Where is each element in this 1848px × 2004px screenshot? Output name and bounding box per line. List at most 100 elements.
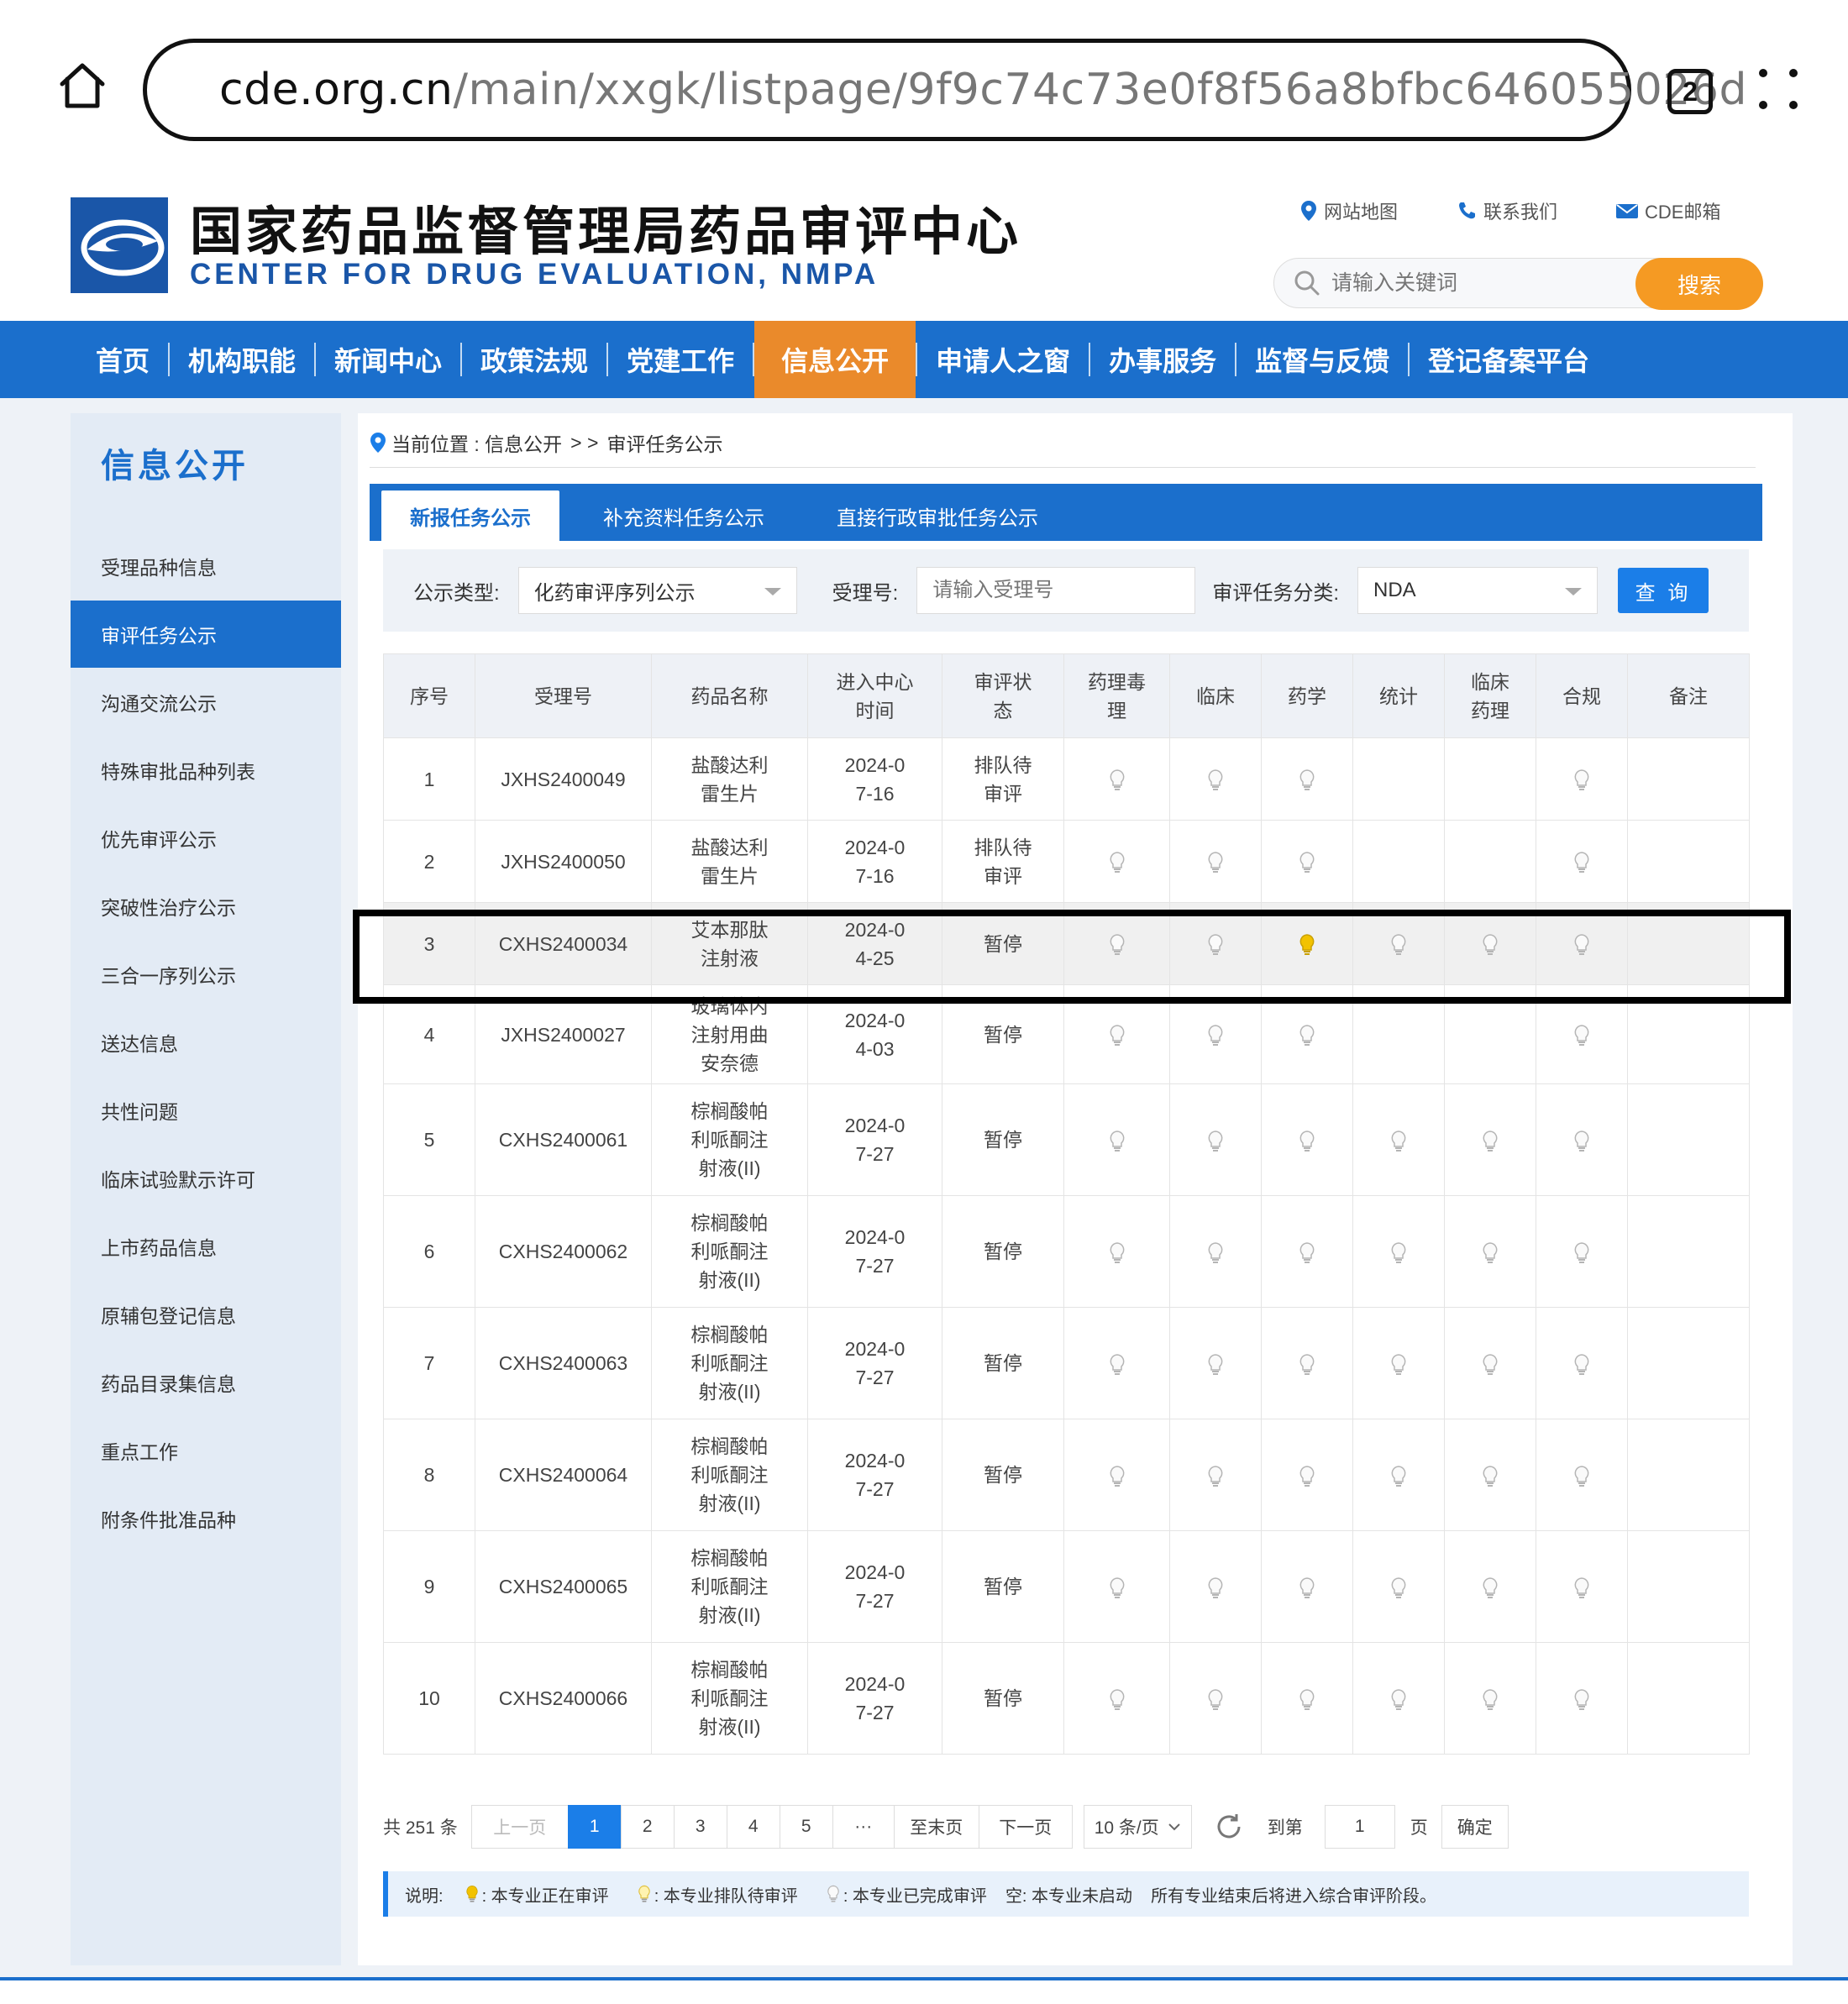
cell-discipline: [1352, 1419, 1445, 1531]
status-text: 暂停: [984, 1129, 1022, 1151]
table-row[interactable]: 9 CXHS2400065 棕榈酸帕利哌酮注射液(II) 2024-07-27 暂停: [383, 1530, 1750, 1643]
address-bar[interactable]: cde.org.cn/main/xxgk/listpage/9f9c74c73e…: [143, 39, 1746, 141]
legend-queued-text: : 本专业排队待审评: [654, 1886, 798, 1906]
table-row[interactable]: 1 JXHS2400049 盐酸达利雷生片 2024-07-16 排队待审评: [383, 737, 1750, 821]
page-button-4[interactable]: 4: [726, 1805, 780, 1849]
category-select-value: NDA: [1373, 579, 1416, 601]
bulb-queued-icon: [638, 1885, 650, 1902]
more-menu-icon[interactable]: [1759, 69, 1799, 113]
bulb-done-icon: [1391, 1354, 1406, 1375]
bulb-done-icon: [1574, 1354, 1589, 1375]
bulb-done-icon: [1110, 1242, 1124, 1263]
nav-item-2[interactable]: 机构职能: [170, 321, 314, 398]
next-page-button[interactable]: 下一页: [978, 1805, 1073, 1849]
tab-new-tasks[interactable]: 新报任务公示: [381, 491, 559, 541]
cell-accept-no[interactable]: CXHS2400063: [475, 1307, 652, 1419]
nav-item-5[interactable]: 党建工作: [608, 321, 753, 398]
query-button[interactable]: 查 询: [1618, 568, 1709, 613]
nav-item-4[interactable]: 政策法规: [462, 321, 606, 398]
cell-accept-no[interactable]: CXHS2400061: [475, 1083, 652, 1196]
sidebar-item-4[interactable]: 特殊审批品种列表: [71, 737, 341, 804]
sidebar-item-8[interactable]: 送达信息: [71, 1009, 341, 1076]
sidebar-item-11[interactable]: 上市药品信息: [71, 1213, 341, 1280]
page-button-1[interactable]: 1: [567, 1805, 622, 1849]
cell-remarks: [1627, 737, 1750, 821]
table-row[interactable]: 6 CXHS2400062 棕榈酸帕利哌酮注射液(II) 2024-07-27 暂停: [383, 1195, 1750, 1308]
contact-link[interactable]: 联系我们: [1457, 197, 1557, 224]
goto-page-input[interactable]: [1324, 1805, 1395, 1849]
breadcrumb-prefix[interactable]: 当前位置 : 信息公开: [391, 428, 562, 457]
cell-status: 排队待审评: [942, 820, 1064, 903]
nav-item-8[interactable]: 办事服务: [1090, 321, 1235, 398]
cell-drug-name: 棕榈酸帕利哌酮注射液(II): [651, 1083, 808, 1196]
tab-supplementary-tasks[interactable]: 补充资料任务公示: [575, 491, 793, 541]
url-text: cde.org.cn/main/xxgk/listpage/9f9c74c73e…: [219, 65, 1747, 115]
table-row[interactable]: 8 CXHS2400064 棕榈酸帕利哌酮注射液(II) 2024-07-27 暂停: [383, 1419, 1750, 1531]
cell-accept-no[interactable]: CXHS2400064: [475, 1419, 652, 1531]
cell-accept-no[interactable]: CXHS2400062: [475, 1195, 652, 1308]
bulb-done-icon: [1574, 1025, 1589, 1047]
page-size-value: 10 条/页: [1094, 1818, 1159, 1838]
cell-status: 暂停: [942, 1642, 1064, 1755]
search-button[interactable]: 搜索: [1635, 258, 1763, 310]
nav-item-6[interactable]: 信息公开: [754, 321, 916, 398]
table-row[interactable]: 5 CXHS2400061 棕榈酸帕利哌酮注射液(II) 2024-07-27 暂停: [383, 1083, 1750, 1196]
sidebar-item-2[interactable]: 审评任务公示: [71, 601, 341, 668]
nav-item-10[interactable]: 登记备案平台: [1410, 321, 1608, 398]
page-button-2[interactable]: 2: [620, 1805, 675, 1849]
sidebar-item-3[interactable]: 沟通交流公示: [71, 669, 341, 736]
page-button-5[interactable]: 5: [779, 1805, 833, 1849]
bulb-done-icon: [1208, 1131, 1223, 1152]
cell-discipline: [1352, 1307, 1445, 1419]
page-size-select[interactable]: 10 条/页: [1083, 1805, 1192, 1849]
sidebar-item-5[interactable]: 优先审评公示: [71, 805, 341, 872]
cell-accept-no[interactable]: JXHS2400050: [475, 820, 652, 903]
nav-item-9[interactable]: 监督与反馈: [1236, 321, 1408, 398]
nav-item-7[interactable]: 申请人之窗: [917, 321, 1089, 398]
table-row[interactable]: 10 CXHS2400066 棕榈酸帕利哌酮注射液(II) 2024-07-27 暂停: [383, 1642, 1750, 1755]
goto-confirm-button[interactable]: 确定: [1441, 1805, 1509, 1849]
cell-status: 暂停: [942, 1307, 1064, 1419]
main-panel: 当前位置 : 信息公开 > > 审评任务公示 新报任务公示 补充资料任务公示 直…: [358, 413, 1793, 1965]
table-row[interactable]: 7 CXHS2400063 棕榈酸帕利哌酮注射液(II) 2024-07-27 暂停: [383, 1307, 1750, 1419]
search-input[interactable]: [1331, 270, 1609, 296]
drug-name-text: 棕榈酸帕利哌酮注射液(II): [690, 1435, 769, 1514]
sidebar-item-14[interactable]: 重点工作: [71, 1417, 341, 1484]
sidebar-item-9[interactable]: 共性问题: [71, 1077, 341, 1144]
bulb-done-icon: [1208, 1354, 1223, 1375]
category-select[interactable]: NDA: [1357, 567, 1599, 614]
type-select[interactable]: 化药审评序列公示: [517, 567, 797, 614]
accept-no-input[interactable]: [916, 567, 1196, 614]
cell-accept-no[interactable]: CXHS2400066: [475, 1642, 652, 1755]
last-page-button[interactable]: 至末页: [893, 1805, 979, 1849]
bulb-done-icon: [1299, 1242, 1315, 1263]
sidebar-item-6[interactable]: 突破性治疗公示: [71, 873, 341, 940]
sidebar-item-12[interactable]: 原辅包登记信息: [71, 1281, 341, 1348]
home-icon[interactable]: [57, 60, 108, 111]
col-header-statistics: 统计: [1352, 653, 1445, 738]
page-button-3[interactable]: 3: [673, 1805, 727, 1849]
refresh-icon[interactable]: [1214, 1812, 1244, 1842]
table-row[interactable]: 2 JXHS2400050 盐酸达利雷生片 2024-07-16 排队待审评: [383, 820, 1750, 903]
sidebar-item-10[interactable]: 临床试验默示许可: [71, 1145, 341, 1212]
sidebar-item-1[interactable]: 受理品种信息: [71, 532, 341, 600]
nav-item-3[interactable]: 新闻中心: [316, 321, 460, 398]
nav-item-1[interactable]: 首页: [77, 321, 168, 398]
mailbox-link[interactable]: CDE邮箱: [1616, 197, 1720, 224]
page-ellipsis[interactable]: ···: [832, 1805, 895, 1849]
cell-accept-no[interactable]: JXHS2400049: [475, 737, 652, 821]
sidebar-item-13[interactable]: 药品目录集信息: [71, 1349, 341, 1416]
cell-drug-name: 棕榈酸帕利哌酮注射液(II): [651, 1642, 808, 1755]
sitemap-link[interactable]: 网站地图: [1300, 197, 1398, 224]
sidebar-item-15[interactable]: 附条件批准品种: [71, 1485, 341, 1552]
prev-page-button[interactable]: 上一页: [470, 1805, 569, 1849]
sidebar-item-7[interactable]: 三合一序列公示: [71, 941, 341, 1008]
bulb-done-icon: [1110, 1689, 1124, 1710]
bulb-done-icon: [1208, 769, 1223, 791]
site-logo[interactable]: [71, 197, 168, 293]
status-text: 排队待审评: [974, 836, 1032, 887]
breadcrumb-separator: > >: [570, 431, 599, 454]
tab-direct-approval-tasks[interactable]: 直接行政审批任务公示: [808, 491, 1067, 541]
tab-count-button[interactable]: 2: [1667, 69, 1713, 114]
cell-accept-no[interactable]: CXHS2400065: [475, 1530, 652, 1643]
